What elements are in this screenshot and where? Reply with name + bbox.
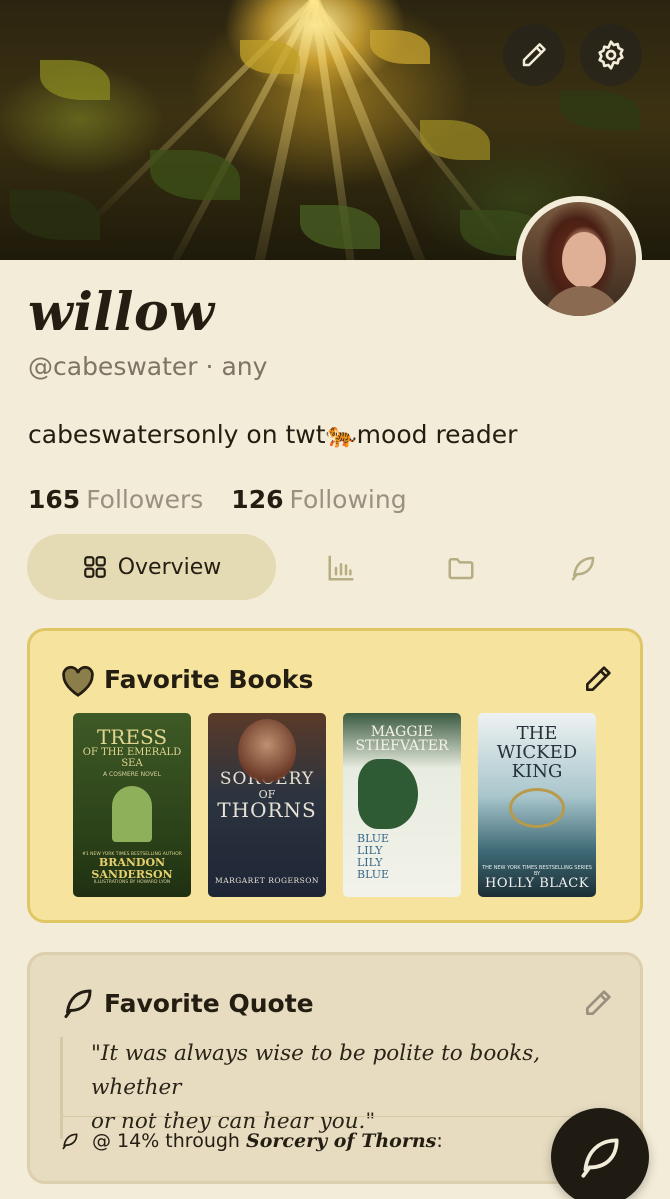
avatar-image (522, 202, 636, 316)
quote-divider (60, 1116, 580, 1117)
handle-separator: · (205, 352, 214, 381)
following-count: 126 (231, 485, 284, 514)
gear-icon (598, 40, 624, 70)
book-cover-tress[interactable]: TRESS OF THE EMERALD SEA A COSMERE NOVEL… (73, 713, 191, 897)
favorite-quote-title: Favorite Quote (104, 989, 314, 1018)
tab-overview[interactable]: Overview (27, 534, 276, 600)
pronouns-text: any (221, 352, 268, 381)
new-post-button[interactable] (551, 1108, 649, 1199)
favorite-books-title: Favorite Books (104, 665, 314, 694)
following-stat[interactable]: 126 Following (231, 485, 406, 514)
tab-overview-label: Overview (117, 554, 222, 580)
reading-progress: @ 14% through Sorcery of Thorns: (60, 1130, 443, 1152)
cover-illustration (112, 786, 152, 842)
feather-icon (62, 1133, 78, 1150)
book-cover-the-wicked-king[interactable]: THE WICKED KING THE NEW YORK TIMES BESTS… (478, 713, 596, 897)
pencil-icon (586, 666, 611, 691)
book-subtitle: OF THE EMERALD SEA (82, 747, 182, 769)
display-name: willow (28, 282, 215, 343)
favorite-books-card: Favorite Books TRESS OF THE EMERALD SEA … (27, 628, 643, 923)
profile-tabs: Overview (27, 534, 643, 600)
followers-stat[interactable]: 165 Followers (28, 485, 203, 514)
progress-suffix: : (436, 1130, 443, 1152)
settings-button[interactable] (580, 24, 642, 86)
bar-chart-icon (328, 555, 354, 581)
tab-posts[interactable] (567, 553, 599, 583)
cover-illustration (238, 719, 296, 783)
feather-icon (581, 1138, 619, 1178)
cover-illustration (358, 759, 418, 829)
pencil-icon (522, 43, 546, 67)
pencil-icon (586, 990, 611, 1015)
cover-illustration (509, 787, 565, 828)
feather-icon (64, 989, 92, 1018)
avatar[interactable] (516, 196, 642, 322)
profile-bio: cabeswatersonly on twt🐅mood reader (28, 420, 518, 449)
edit-favorite-books-button[interactable] (582, 663, 616, 697)
book-author: MAGGIE STIEFVATER (355, 724, 449, 754)
quote-text: "It was always wise to be polite to book… (60, 1037, 616, 1139)
progress-book-title[interactable]: Sorcery of Thorns (246, 1130, 436, 1152)
followers-label: Followers (86, 485, 204, 514)
book-author: BRANDON SANDERSON (91, 856, 173, 881)
feather-icon (571, 556, 595, 581)
book-series: A COSMERE NOVEL (103, 771, 161, 778)
heart-icon (62, 665, 94, 697)
progress-prefix: @ 14% through (92, 1130, 240, 1152)
book-credit: ILLUSTRATIONS BY HOWARD LYON (93, 880, 171, 886)
tab-shelves[interactable] (445, 553, 477, 583)
edit-profile-button[interactable] (503, 24, 565, 86)
tab-stats[interactable] (325, 553, 357, 583)
book-title: BLUE LILY LILY BLUE (357, 832, 390, 882)
folder-icon (448, 558, 474, 580)
book-cover-blue-lily-lily-blue[interactable]: MAGGIE STIEFVATER BLUE LILY LILY BLUE (343, 713, 461, 897)
book-cover-sorcery-of-thorns[interactable]: SORCERY OF THORNS MARGARET ROGERSON (208, 713, 326, 897)
profile-handle: @cabeswater · any (28, 352, 267, 381)
quote-line: "It was always wise to be polite to book… (91, 1041, 541, 1100)
follow-stats: 165 Followers 126 Following (28, 485, 407, 514)
book-title: THE WICKED KING (496, 723, 578, 782)
book-title-line2: THORNS (217, 798, 317, 823)
edit-favorite-quote-button[interactable] (582, 987, 616, 1021)
book-author: HOLLY BLACK (485, 876, 589, 892)
book-title: TRESS (96, 725, 168, 749)
grid-icon (83, 556, 106, 578)
handle-text: @cabeswater (28, 352, 198, 381)
following-label: Following (289, 485, 407, 514)
followers-count: 165 (28, 485, 81, 514)
book-author: MARGARET ROGERSON (215, 876, 319, 885)
